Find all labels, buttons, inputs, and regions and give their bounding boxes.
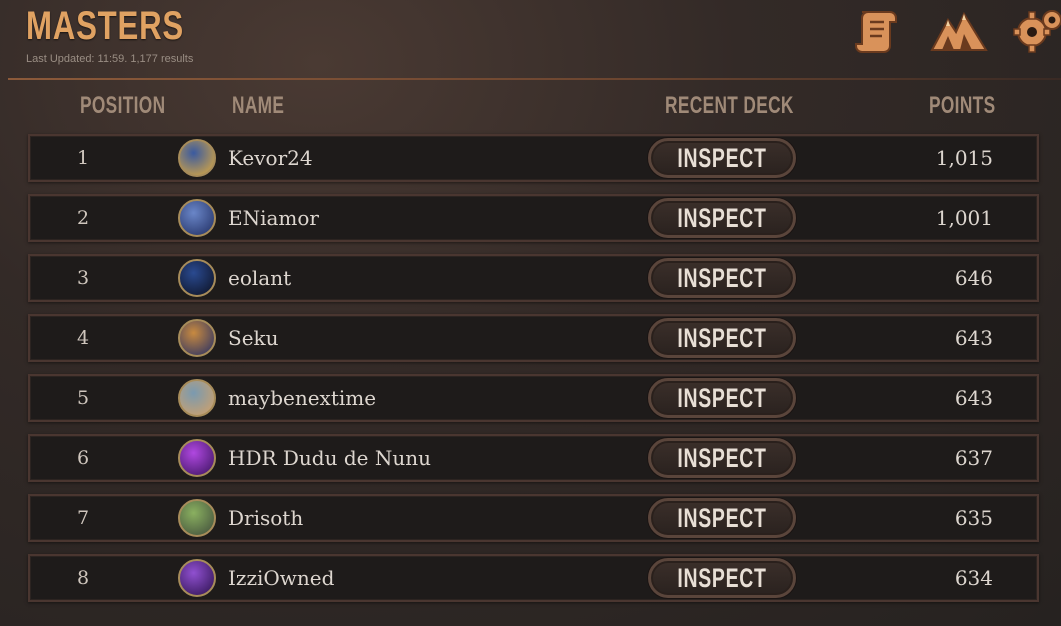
inspect-button[interactable]: INSPECT	[648, 378, 796, 418]
table-row: 1 Kevor24 INSPECT 1,015	[28, 134, 1039, 182]
row-position: 7	[76, 507, 90, 529]
avatar	[178, 379, 216, 417]
row-points: 634	[954, 566, 993, 590]
table-row: 7 Drisoth INSPECT 635	[28, 494, 1039, 542]
row-points: 646	[954, 266, 993, 290]
row-points: 1,015	[935, 146, 993, 170]
table-row: 6 HDR Dudu de Nunu INSPECT 637	[28, 434, 1039, 482]
inspect-label: INSPECT	[677, 143, 767, 173]
gear-icon[interactable]	[1012, 6, 1061, 54]
table-row: 2 ENiamor INSPECT 1,001	[28, 194, 1039, 242]
page-title: MASTERS	[26, 4, 185, 48]
inspect-label: INSPECT	[677, 503, 767, 533]
avatar	[178, 139, 216, 177]
last-updated-text: Last Updated: 11:59. 1,177 results	[26, 53, 194, 65]
row-position: 1	[76, 147, 90, 169]
row-points: 643	[954, 386, 993, 410]
player-name: eolant	[228, 266, 292, 290]
inspect-button[interactable]: INSPECT	[648, 438, 796, 478]
header-name: NAME	[232, 92, 285, 119]
inspect-button[interactable]: INSPECT	[648, 198, 796, 238]
table-row: 5 maybenextime INSPECT 643	[28, 374, 1039, 422]
player-name: Drisoth	[228, 506, 304, 530]
player-name: IzziOwned	[228, 566, 335, 590]
player-name: maybenextime	[228, 386, 377, 410]
row-position: 8	[76, 567, 90, 589]
row-position: 3	[76, 267, 90, 289]
inspect-button[interactable]: INSPECT	[648, 558, 796, 598]
inspect-label: INSPECT	[677, 563, 767, 593]
table-row: 4 Seku INSPECT 643	[28, 314, 1039, 362]
row-position: 5	[76, 387, 90, 409]
avatar	[178, 199, 216, 237]
row-points: 643	[954, 326, 993, 350]
inspect-label: INSPECT	[677, 323, 767, 353]
table-row: 3 eolant INSPECT 646	[28, 254, 1039, 302]
player-name: Seku	[228, 326, 279, 350]
header-recent-deck: RECENT DECK	[665, 92, 794, 119]
row-position: 4	[76, 327, 90, 349]
avatar	[178, 439, 216, 477]
player-name: ENiamor	[228, 206, 319, 230]
inspect-label: INSPECT	[677, 203, 767, 233]
row-position: 6	[76, 447, 90, 469]
inspect-label: INSPECT	[677, 443, 767, 473]
inspect-label: INSPECT	[677, 383, 767, 413]
inspect-button[interactable]: INSPECT	[648, 138, 796, 178]
row-position: 2	[76, 207, 90, 229]
avatar	[178, 559, 216, 597]
column-headers: POSITION NAME RECENT DECK POINTS	[0, 92, 1061, 126]
player-name: Kevor24	[228, 146, 313, 170]
avatar	[178, 499, 216, 537]
inspect-button[interactable]: INSPECT	[648, 258, 796, 298]
row-points: 637	[954, 446, 993, 470]
avatar	[178, 319, 216, 357]
header-points: POINTS	[929, 92, 996, 119]
scroll-icon[interactable]	[852, 6, 902, 54]
player-name: HDR Dudu de Nunu	[228, 446, 431, 470]
header-divider	[8, 78, 1061, 80]
inspect-button[interactable]: INSPECT	[648, 318, 796, 358]
inspect-label: INSPECT	[677, 263, 767, 293]
table-row: 8 IzziOwned INSPECT 634	[28, 554, 1039, 602]
row-points: 635	[954, 506, 993, 530]
row-points: 1,001	[935, 206, 993, 230]
avatar	[178, 259, 216, 297]
inspect-button[interactable]: INSPECT	[648, 498, 796, 538]
header-position: POSITION	[80, 92, 166, 119]
mountains-icon[interactable]	[930, 6, 988, 54]
